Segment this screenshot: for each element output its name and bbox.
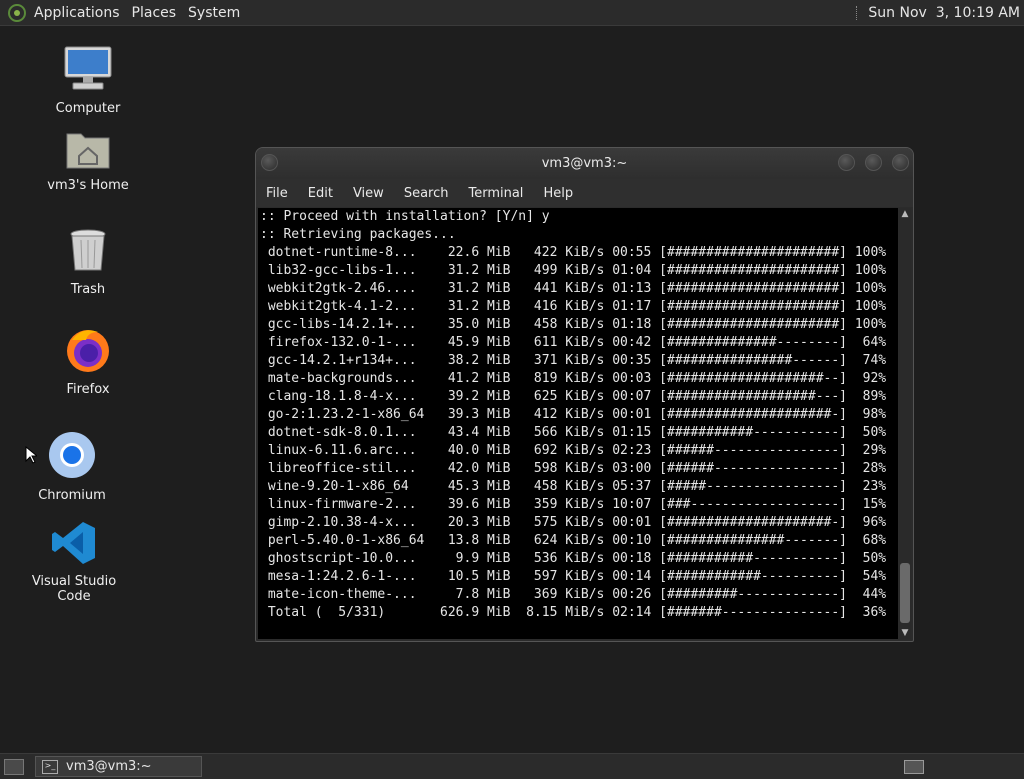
terminal-icon: >_ xyxy=(42,759,58,774)
menu-edit[interactable]: Edit xyxy=(298,186,343,201)
terminal-line: dotnet-sdk-8.0.1... 43.4 MiB 566 KiB/s 0… xyxy=(260,425,887,440)
firefox-icon xyxy=(33,326,143,378)
terminal-line: ghostscript-10.0... 9.9 MiB 536 KiB/s 00… xyxy=(260,551,887,566)
terminal-line: Total ( 5/331) 626.9 MiB 8.15 MiB/s 02:1… xyxy=(260,605,887,620)
terminal-line: lib32-gcc-libs-1... 31.2 MiB 499 KiB/s 0… xyxy=(260,263,887,278)
terminal-line: dotnet-runtime-8... 22.6 MiB 422 KiB/s 0… xyxy=(260,245,887,260)
terminal-output[interactable]: :: Proceed with installation? [Y/n] y ::… xyxy=(258,208,898,639)
menu-view[interactable]: View xyxy=(343,186,394,201)
mate-logo-icon[interactable] xyxy=(8,3,26,22)
workspace-switcher[interactable] xyxy=(904,760,924,774)
desktop-icon-label: Trash xyxy=(70,282,106,297)
terminal-line: mesa-1:24.2.6-1-... 10.5 MiB 597 KiB/s 0… xyxy=(260,569,887,584)
desktop-icon-vscode[interactable]: Visual Studio Code xyxy=(17,520,131,604)
terminal-line: firefox-132.0-1-... 45.9 MiB 611 KiB/s 0… xyxy=(260,335,887,350)
menu-applications[interactable]: Applications xyxy=(34,5,120,21)
terminal-line: gcc-libs-14.2.1+... 35.0 MiB 458 KiB/s 0… xyxy=(260,317,887,332)
desktop-icon-label: Computer xyxy=(55,101,121,116)
clock-area: Sun Nov 3, 10:19 AM xyxy=(856,0,1020,25)
terminal-line: perl-5.40.0-1-x86_64 13.8 MiB 624 KiB/s … xyxy=(260,533,887,548)
menu-system[interactable]: System xyxy=(188,5,240,21)
window-titlebar[interactable]: vm3@vm3:~ xyxy=(256,148,913,179)
terminal-line: mate-backgrounds... 41.2 MiB 819 KiB/s 0… xyxy=(260,371,887,386)
menu-help[interactable]: Help xyxy=(533,186,583,201)
terminal-line: libreoffice-stil... 42.0 MiB 598 KiB/s 0… xyxy=(260,461,887,476)
menu-places[interactable]: Places xyxy=(132,5,177,21)
maximize-button[interactable] xyxy=(865,154,882,171)
desktop-icon-computer[interactable]: Computer xyxy=(33,45,143,116)
vscode-icon xyxy=(17,520,131,570)
window-title: vm3@vm3:~ xyxy=(541,156,628,171)
desktop-icon-home[interactable]: vm3's Home xyxy=(33,128,143,193)
terminal-line: gimp-2.10.38-4-x... 20.3 MiB 575 KiB/s 0… xyxy=(260,515,887,530)
minimize-button[interactable] xyxy=(838,154,855,171)
desktop-icon-label: Visual Studio Code xyxy=(31,574,117,604)
terminal-line: webkit2gtk-2.46.... 31.2 MiB 441 KiB/s 0… xyxy=(260,281,887,296)
scrollbar-thumb[interactable] xyxy=(900,563,910,623)
menu-terminal[interactable]: Terminal xyxy=(458,186,533,201)
desktop-icon-label: vm3's Home xyxy=(47,178,129,193)
terminal-window[interactable]: vm3@vm3:~ File Edit View Search Terminal… xyxy=(255,147,914,642)
bottom-panel: >_ vm3@vm3:~ xyxy=(0,753,1024,779)
terminal-line: clang-18.1.8-4-x... 39.2 MiB 625 KiB/s 0… xyxy=(260,389,887,404)
menu-search[interactable]: Search xyxy=(394,186,459,201)
terminal-line: linux-6.11.6.arc... 40.0 MiB 692 KiB/s 0… xyxy=(260,443,887,458)
terminal-line: wine-9.20-1-x86_64 45.3 MiB 458 KiB/s 05… xyxy=(260,479,887,494)
close-button[interactable] xyxy=(892,154,909,171)
home-folder-icon xyxy=(33,128,143,174)
taskbar-label: vm3@vm3:~ xyxy=(66,759,152,774)
desktop-icon-trash[interactable]: Trash xyxy=(33,228,143,297)
taskbar-terminal-button[interactable]: >_ vm3@vm3:~ xyxy=(35,756,202,777)
terminal-menubar: File Edit View Search Terminal Help xyxy=(256,179,913,207)
scroll-up-arrow-icon[interactable]: ▲ xyxy=(899,208,911,220)
terminal-line: linux-firmware-2... 39.6 MiB 359 KiB/s 1… xyxy=(260,497,887,512)
trash-icon xyxy=(33,228,143,278)
panel-separator xyxy=(856,5,860,20)
computer-icon xyxy=(33,45,143,97)
terminal-line: mate-icon-theme-... 7.8 MiB 369 KiB/s 00… xyxy=(260,587,887,602)
desktop-icon-label: Firefox xyxy=(66,382,110,397)
window-menu-icon[interactable] xyxy=(261,154,278,171)
terminal-line: webkit2gtk-4.1-2... 31.2 MiB 416 KiB/s 0… xyxy=(260,299,887,314)
terminal-scrollbar[interactable]: ▲ ▼ xyxy=(899,208,911,639)
show-desktop-icon[interactable] xyxy=(4,759,24,775)
desktop-icon-label: Chromium xyxy=(38,488,106,503)
clock[interactable]: Sun Nov 3, 10:19 AM xyxy=(868,5,1020,21)
menu-file[interactable]: File xyxy=(256,186,298,201)
terminal-line: go-2:1.23.2-1-x86_64 39.3 MiB 412 KiB/s … xyxy=(260,407,887,422)
terminal-line: :: Proceed with installation? [Y/n] y xyxy=(260,209,550,224)
top-panel: Applications Places System Sun Nov 3, 10… xyxy=(0,0,1024,26)
mouse-cursor-icon xyxy=(25,445,39,468)
terminal-line: :: Retrieving packages... xyxy=(260,227,456,242)
terminal-line: gcc-14.2.1+r134+... 38.2 MiB 371 KiB/s 0… xyxy=(260,353,887,368)
desktop-icon-firefox[interactable]: Firefox xyxy=(33,326,143,397)
scroll-down-arrow-icon[interactable]: ▼ xyxy=(899,627,911,639)
